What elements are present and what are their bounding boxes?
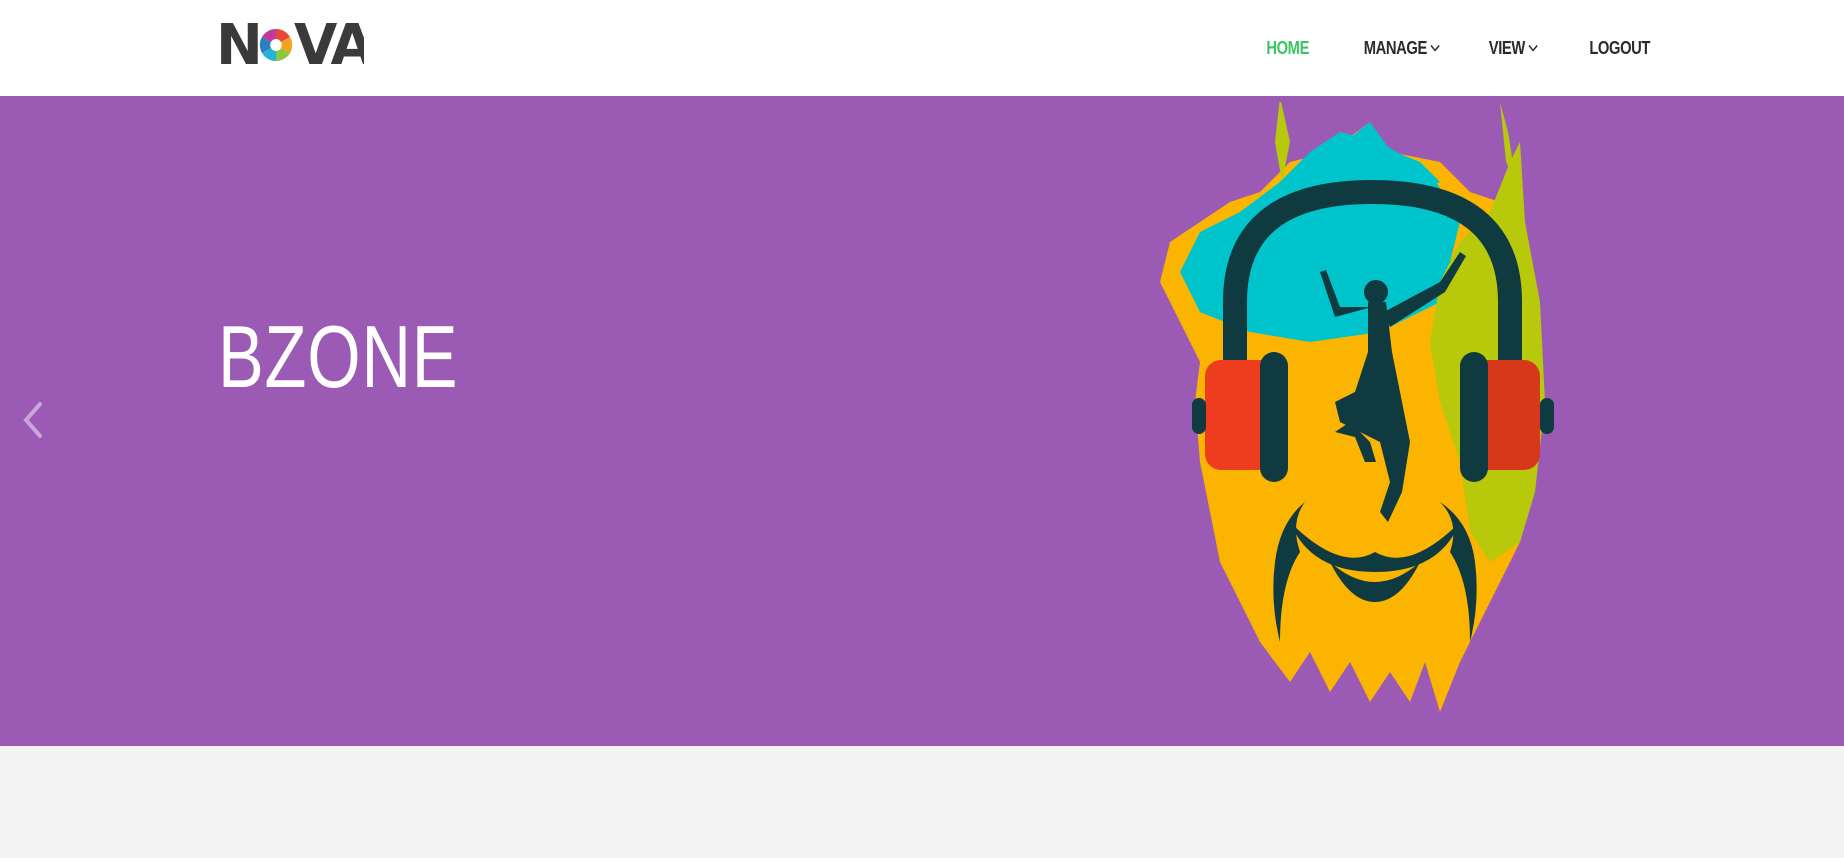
svg-text:N: N	[216, 18, 260, 72]
chevron-down-icon	[1430, 44, 1440, 52]
nav-item-manage[interactable]: MANAGE	[1364, 38, 1440, 59]
brand-logo[interactable]: N VA	[216, 13, 378, 78]
top-navbar: N VA HOME MANAGE VIEW LOGOUT	[0, 0, 1844, 96]
nav-item-view[interactable]: VIEW	[1489, 38, 1538, 59]
page-content-area	[0, 746, 1844, 858]
svg-text:VA: VA	[294, 18, 364, 72]
hero-carousel: BZONE	[0, 96, 1844, 746]
nav-item-logout-label: LOGOUT	[1589, 37, 1650, 58]
hero-title: BZONE	[218, 307, 459, 406]
chevron-down-icon	[1528, 44, 1538, 52]
carousel-prev-button[interactable]	[18, 400, 48, 440]
nav-item-manage-label: MANAGE	[1363, 37, 1428, 58]
nav-item-logout[interactable]: LOGOUT	[1589, 38, 1650, 59]
nav-item-home-label: HOME	[1266, 37, 1309, 58]
nav-item-home[interactable]: HOME	[1266, 38, 1309, 59]
nav-item-view-label: VIEW	[1488, 37, 1526, 58]
headphones-dancer-illustration	[1160, 102, 1554, 712]
nova-logo-icon: N VA	[216, 13, 378, 78]
chevron-left-icon	[23, 402, 42, 438]
main-nav: HOME MANAGE VIEW LOGOUT	[1219, 0, 1650, 96]
